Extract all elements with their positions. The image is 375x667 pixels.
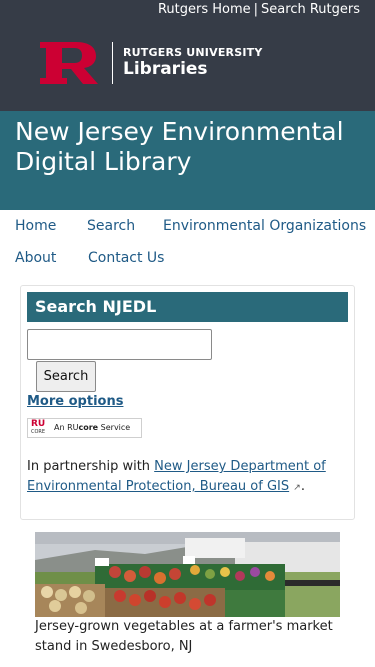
partnership-suffix: .	[300, 479, 305, 494]
nav-home[interactable]: Home	[15, 217, 56, 235]
rucore-logo-sub: CORE	[31, 429, 46, 435]
search-rutgers-link[interactable]: Search Rutgers	[261, 2, 360, 17]
utility-separator: |	[253, 2, 259, 17]
rutgers-home-link[interactable]: Rutgers Home	[158, 2, 251, 17]
photo-caption: Jersey-grown vegetables at a farmer's ma…	[35, 619, 333, 654]
nav-environmental-organizations[interactable]: Environmental Organizations	[163, 217, 366, 235]
nav-search[interactable]: Search	[87, 217, 135, 235]
nav-contact-us[interactable]: Contact Us	[88, 249, 164, 267]
search-panel-title: Search NJEDL	[35, 297, 157, 316]
logo-university-text: RUTGERS UNIVERSITY	[123, 46, 263, 59]
more-options-link[interactable]: More options	[27, 393, 123, 410]
utility-links: Rutgers Home | Search Rutgers	[158, 1, 360, 19]
logo-divider	[112, 42, 113, 84]
search-button[interactable]: Search	[36, 361, 96, 392]
partnership-text: In partnership with New Jersey Departmen…	[27, 457, 342, 498]
nav-about[interactable]: About	[15, 249, 56, 267]
site-header: Rutgers Home | Search Rutgers RUTGERS UNIV…	[0, 0, 375, 111]
site-title[interactable]: New Jersey Environmental Digital Library	[15, 117, 345, 177]
partnership-prefix: In partnership with	[27, 459, 155, 474]
farmers-market-photo[interactable]	[35, 532, 340, 617]
rucore-badge[interactable]: RU CORE An RUcore Service	[27, 418, 142, 438]
external-link-icon: ↗	[293, 483, 301, 493]
search-input[interactable]	[27, 329, 212, 360]
logo-libraries-text: Libraries	[123, 59, 208, 79]
rucore-service-text: An RUcore Service	[54, 423, 131, 432]
rucore-logo: RU	[31, 419, 46, 429]
rutgers-r-logo[interactable]	[38, 40, 102, 86]
